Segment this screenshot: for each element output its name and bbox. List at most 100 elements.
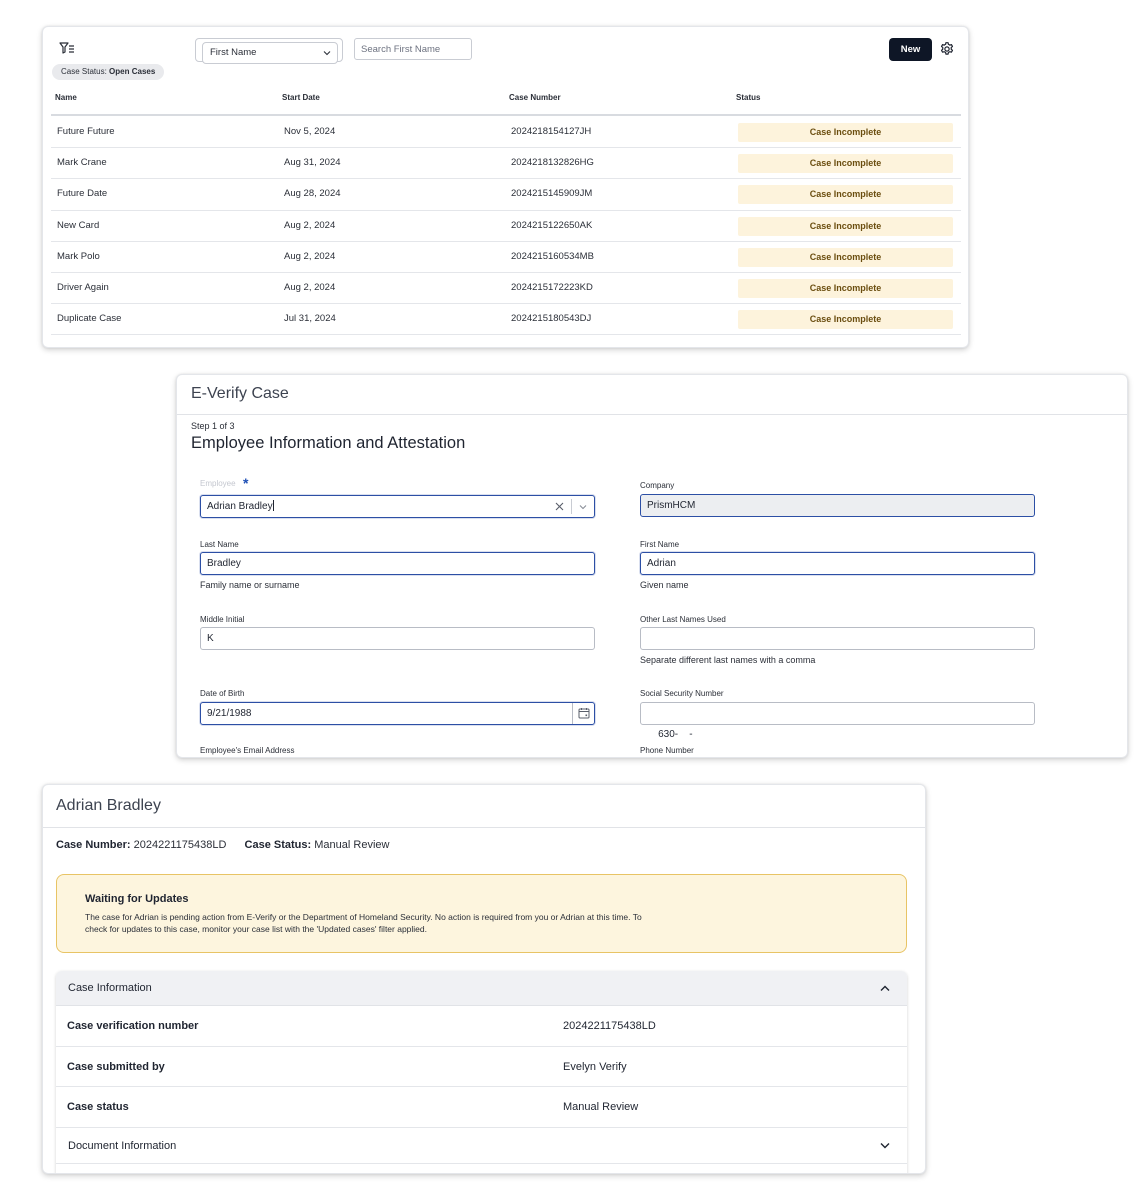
first-name-label: First Name <box>640 540 680 549</box>
cell-name: Mark Polo <box>57 250 100 262</box>
search-field-select-wrapper: First Name <box>195 38 343 64</box>
case-number-value: 2024221175438LD <box>133 839 227 851</box>
cell-name: Future Date <box>57 188 108 200</box>
dob-field[interactable]: 9/21/1988 <box>200 702 595 725</box>
table-row[interactable]: Driver Again Aug 2, 2024 2024215172223KD… <box>51 273 961 305</box>
status-badge: Case Incomplete <box>738 123 953 142</box>
table-row[interactable]: Duplicate Case Jul 31, 2024 202421518054… <box>51 304 961 336</box>
case-table-body: Future Future Nov 5, 2024 2024218154127J… <box>51 117 961 336</box>
case-status-filter-chip[interactable]: Case Status: Open Cases <box>52 64 165 80</box>
cell-start-date: Aug 28, 2024 <box>284 188 341 200</box>
status-badge: Case Incomplete <box>738 154 953 174</box>
cell-case-number: 2024215122650AK <box>511 219 593 231</box>
middle-initial-value: K <box>207 633 214 644</box>
cell-start-date: Aug 2, 2024 <box>284 250 336 262</box>
header-divider <box>43 827 925 828</box>
close-icon[interactable] <box>555 502 564 511</box>
case-status-value: Manual Review <box>314 839 390 851</box>
cell-case-number: 2024218132826HG <box>511 157 594 169</box>
ssn-value: 630- - <box>658 729 693 740</box>
column-header-case-number[interactable]: Case Number <box>509 93 561 102</box>
chevron-up-icon <box>880 985 890 991</box>
email-label: Employee's Email Address <box>200 746 295 755</box>
column-header-start-date[interactable]: Start Date <box>282 93 320 102</box>
column-header-status[interactable]: Status <box>736 93 760 102</box>
cell-name: Future Future <box>57 126 115 137</box>
company-label: Company <box>640 481 675 490</box>
chevron-down-icon[interactable] <box>579 504 587 510</box>
case-information-header[interactable]: Case Information <box>56 971 907 1006</box>
cell-start-date: Jul 31, 2024 <box>284 313 336 325</box>
last-name-field[interactable]: Bradley <box>200 552 595 575</box>
cell-start-date: Nov 5, 2024 <box>284 126 336 137</box>
dob-label: Date of Birth <box>200 689 245 698</box>
middle-initial-field[interactable]: K <box>200 627 595 650</box>
other-last-names-field[interactable] <box>640 627 1035 650</box>
employee-combobox[interactable]: Adrian Bradley <box>200 495 595 518</box>
table-row[interactable]: Mark Crane Aug 31, 2024 2024218132826HG … <box>51 148 961 180</box>
info-value: Manual Review <box>563 1101 639 1113</box>
everify-case-form-panel: E-Verify Case Step 1 of 3 Employee Infor… <box>176 374 1128 758</box>
chevron-down-icon <box>323 51 331 56</box>
cell-name: Driver Again <box>57 281 109 293</box>
chip-label: Case Status: <box>61 67 107 76</box>
dob-value: 9/21/1988 <box>207 708 252 719</box>
employee-value: Adrian Bradley <box>207 501 273 512</box>
case-list-panel: Case Status: Open Cases First Name New N… <box>42 26 969 348</box>
cell-case-number: 2024215145909JM <box>511 188 593 200</box>
calendar-button[interactable] <box>572 703 594 724</box>
cell-case-number: 2024215160534MB <box>511 250 594 262</box>
case-status-label: Case Status: <box>244 839 312 851</box>
new-case-button[interactable]: New <box>889 38 932 61</box>
cell-start-date: Aug 2, 2024 <box>284 219 336 231</box>
info-row: Case submitted by Evelyn Verify <box>56 1047 907 1087</box>
cell-name: New Card <box>57 219 100 231</box>
cell-case-number: 2024215180543DJ <box>511 313 592 325</box>
phone-label: Phone Number <box>640 746 694 755</box>
select-value: First Name <box>210 47 257 58</box>
search-field-select[interactable]: First Name <box>202 42 338 64</box>
table-header-divider <box>51 114 961 116</box>
step-indicator: Step 1 of 3 <box>191 421 235 431</box>
cell-case-number: 2024215172223KD <box>511 281 593 293</box>
last-name-hint: Family name or surname <box>200 580 300 590</box>
employee-name-title: Adrian Bradley <box>56 797 161 814</box>
case-detail-panel: Adrian Bradley Case Number: 202422117543… <box>42 784 926 1174</box>
info-label: Case submitted by <box>67 1060 165 1073</box>
table-row[interactable]: Mark Polo Aug 2, 2024 2024215160534MB Ca… <box>51 242 961 273</box>
filter-list-icon[interactable] <box>59 41 75 55</box>
table-row[interactable]: Future Date Aug 28, 2024 2024215145909JM… <box>51 179 961 211</box>
cell-start-date: Aug 31, 2024 <box>284 157 341 169</box>
alert-body: The case for Adrian is pending action fr… <box>85 912 642 934</box>
table-row[interactable]: New Card Aug 2, 2024 2024215122650AK Cas… <box>51 211 961 242</box>
cell-name: Mark Crane <box>57 157 107 169</box>
column-header-name[interactable]: Name <box>55 93 77 102</box>
gear-icon[interactable] <box>939 41 955 57</box>
required-asterisk-icon: * <box>243 475 249 491</box>
info-label: Case status <box>67 1101 129 1113</box>
accordion-title: Case Information <box>68 982 152 994</box>
ssn-field[interactable]: 630- - <box>640 702 1035 740</box>
search-input[interactable] <box>354 38 472 60</box>
header-divider <box>177 414 1127 415</box>
cell-name: Duplicate Case <box>57 313 122 325</box>
status-badge: Case Incomplete <box>738 185 953 205</box>
status-badge: Case Incomplete <box>738 278 953 298</box>
section-title: Employee Information and Attestation <box>191 434 466 452</box>
middle-initial-label: Middle Initial <box>200 615 245 624</box>
chip-value: Open Cases <box>109 67 156 76</box>
text-cursor <box>272 500 274 511</box>
info-label: Case verification number <box>67 1020 199 1032</box>
status-badge: Case Incomplete <box>738 310 953 330</box>
info-row: Case verification number 2024221175438LD <box>56 1006 907 1047</box>
document-information-header[interactable]: Document Information <box>56 1128 907 1164</box>
company-value: PrismHCM <box>647 500 696 511</box>
info-value: 2024221175438LD <box>563 1020 656 1032</box>
alert-title: Waiting for Updates <box>85 893 189 905</box>
cell-case-number: 2024218154127JH <box>511 126 592 137</box>
waiting-for-updates-alert: Waiting for Updates The case for Adrian … <box>56 874 907 953</box>
cell-start-date: Aug 2, 2024 <box>284 281 336 293</box>
table-row[interactable]: Future Future Nov 5, 2024 2024218154127J… <box>51 117 961 149</box>
first-name-field[interactable]: Adrian <box>640 552 1035 575</box>
case-information-accordion: Case Information Case verification numbe… <box>56 971 907 1173</box>
